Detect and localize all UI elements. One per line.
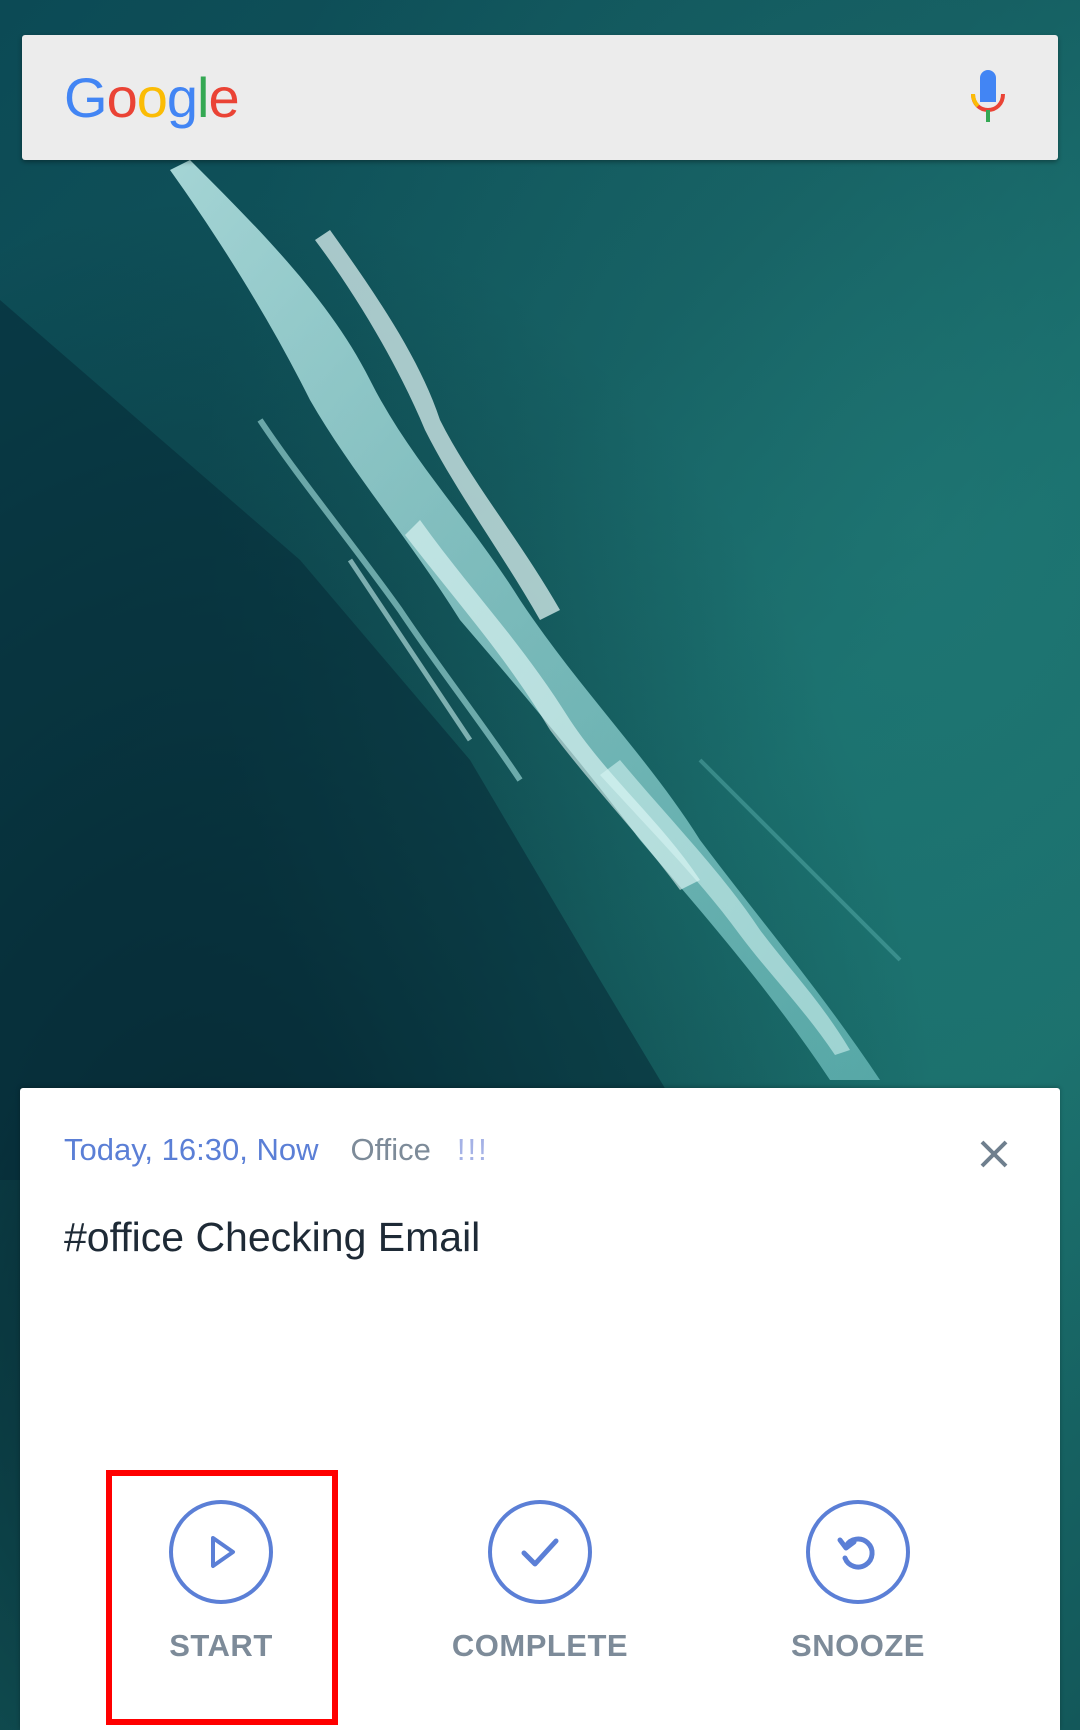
start-label: START <box>169 1628 273 1663</box>
start-circle[interactable] <box>169 1500 273 1604</box>
google-search-bar[interactable]: Google <box>22 35 1058 160</box>
logo-letter: l <box>197 65 209 129</box>
snooze-label: SNOOZE <box>791 1628 925 1663</box>
task-priority: !!! <box>456 1132 489 1167</box>
snooze-circle[interactable] <box>806 1500 910 1604</box>
task-meta: Today, 16:30, Now Office !!! <box>64 1132 489 1168</box>
task-date: Today, 16:30, Now <box>64 1132 319 1167</box>
complete-label: COMPLETE <box>451 1628 629 1663</box>
logo-letter: g <box>166 65 198 129</box>
task-title: #office Checking Email <box>64 1214 481 1260</box>
logo-letter: G <box>64 65 108 129</box>
task-project: Office <box>350 1132 431 1167</box>
logo-letter: e <box>208 65 239 129</box>
close-icon[interactable] <box>972 1132 1016 1176</box>
snooze-button[interactable]: SNOOZE <box>738 1500 978 1664</box>
mic-icon[interactable] <box>966 68 1010 128</box>
start-button[interactable]: START <box>101 1500 341 1664</box>
complete-circle[interactable] <box>488 1500 592 1604</box>
complete-button[interactable]: COMPLETE <box>420 1500 660 1664</box>
google-logo: Google <box>64 65 240 129</box>
logo-letter: o <box>136 65 168 129</box>
check-icon <box>521 1538 559 1567</box>
snooze-icon <box>837 1536 875 1570</box>
logo-letter: o <box>106 65 138 129</box>
task-reminder-card: Today, 16:30, Now Office !!! #office Che… <box>20 1088 1060 1730</box>
play-icon <box>211 1536 235 1568</box>
